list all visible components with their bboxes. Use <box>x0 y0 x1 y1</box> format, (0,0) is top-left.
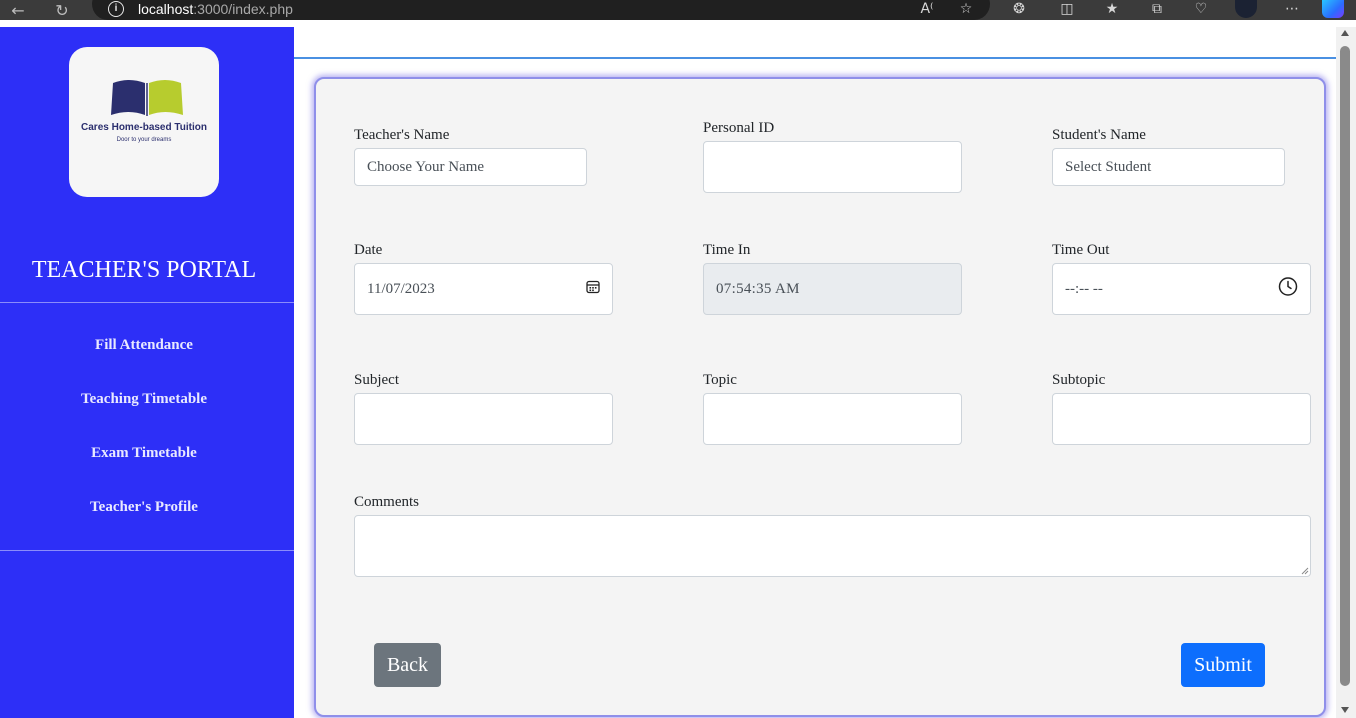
portal-title: TEACHER'S PORTAL <box>31 257 257 283</box>
teacher-name-value: Choose Your Name <box>367 158 485 175</box>
sidebar-divider-bottom <box>0 550 294 551</box>
reload-icon[interactable]: ↻ <box>50 0 74 20</box>
logo: Cares Home-based Tuition Door to your dr… <box>69 47 219 197</box>
profile-avatar-icon[interactable] <box>1235 0 1257 18</box>
sidebar-item-exam-timetable[interactable]: Exam Timetable <box>0 445 288 462</box>
extensions-icon[interactable]: ❂ <box>1008 0 1030 18</box>
header-underline <box>294 57 1336 59</box>
scroll-down-icon[interactable] <box>1341 707 1349 713</box>
back-button[interactable]: Back <box>374 643 441 687</box>
personal-id-label: Personal ID <box>703 120 775 136</box>
date-value: 11/07/2023 <box>367 280 435 297</box>
resize-handle-icon[interactable] <box>1301 567 1309 575</box>
clock-icon[interactable] <box>1278 277 1298 302</box>
sidebar-item-fill-attendance[interactable]: Fill Attendance <box>0 337 288 354</box>
subtopic-label: Subtopic <box>1052 372 1106 388</box>
sidebar-item-teachers-profile[interactable]: Teacher's Profile <box>0 499 288 516</box>
favorite-star-icon[interactable]: ☆ <box>955 0 977 18</box>
sidebar-divider-top <box>0 302 294 303</box>
calendar-icon[interactable] <box>586 280 600 299</box>
browser-toolbar: ← ↻ i localhost:3000/index.php A⁽ ☆ ❂ ◫ … <box>0 0 1356 20</box>
sidebar: Cares Home-based Tuition Door to your dr… <box>0 27 294 718</box>
student-name-label: Student's Name <box>1052 127 1146 143</box>
teacher-name-select[interactable]: Choose Your Name <box>354 148 587 186</box>
more-icon[interactable]: ⋯ <box>1281 0 1303 18</box>
sidebar-item-teaching-timetable[interactable]: Teaching Timetable <box>0 391 288 408</box>
address-url[interactable]: localhost:3000/index.php <box>138 0 293 18</box>
date-field[interactable]: 11/07/2023 <box>354 263 613 315</box>
collections-icon[interactable]: ⧉ <box>1146 0 1168 18</box>
copilot-icon[interactable] <box>1322 0 1344 18</box>
url-host: localhost <box>138 1 194 17</box>
time-out-field[interactable]: --:-- -- <box>1052 263 1311 315</box>
topic-field[interactable] <box>703 393 962 445</box>
comments-textarea[interactable] <box>354 515 1311 577</box>
logo-tagline: Door to your dreams <box>116 137 172 143</box>
student-name-select[interactable]: Select Student <box>1052 148 1285 186</box>
time-in-label: Time In <box>703 242 751 258</box>
time-out-label: Time Out <box>1052 242 1110 258</box>
scroll-up-icon[interactable] <box>1341 30 1349 36</box>
submit-button[interactable]: Submit <box>1181 643 1265 687</box>
student-name-value: Select Student <box>1065 158 1152 175</box>
comments-label: Comments <box>354 494 420 510</box>
logo-title: Cares Home-based Tuition <box>81 122 207 133</box>
subject-label: Subject <box>354 372 399 388</box>
time-in-value: 07:54:35 AM <box>716 280 800 297</box>
scrollbar-thumb[interactable] <box>1340 46 1350 686</box>
teacher-name-label: Teacher's Name <box>354 127 450 143</box>
topic-label: Topic <box>703 372 737 388</box>
personal-id-field[interactable] <box>703 141 962 193</box>
subtopic-field[interactable] <box>1052 393 1311 445</box>
split-screen-icon[interactable]: ◫ <box>1056 0 1078 18</box>
time-in-field: 07:54:35 AM <box>703 263 962 315</box>
site-info-icon[interactable]: i <box>108 1 124 17</box>
url-path: :3000/index.php <box>193 1 293 17</box>
browser-health-icon[interactable]: ♡ <box>1190 0 1212 18</box>
subject-field[interactable] <box>354 393 613 445</box>
favorites-icon[interactable]: ★ <box>1101 0 1123 18</box>
time-out-value: --:-- -- <box>1065 280 1103 297</box>
date-label: Date <box>354 242 383 258</box>
book-logo-icon <box>111 80 183 116</box>
arrow-left-icon[interactable]: ← <box>6 0 30 20</box>
read-aloud-icon[interactable]: A⁽ <box>916 0 938 18</box>
